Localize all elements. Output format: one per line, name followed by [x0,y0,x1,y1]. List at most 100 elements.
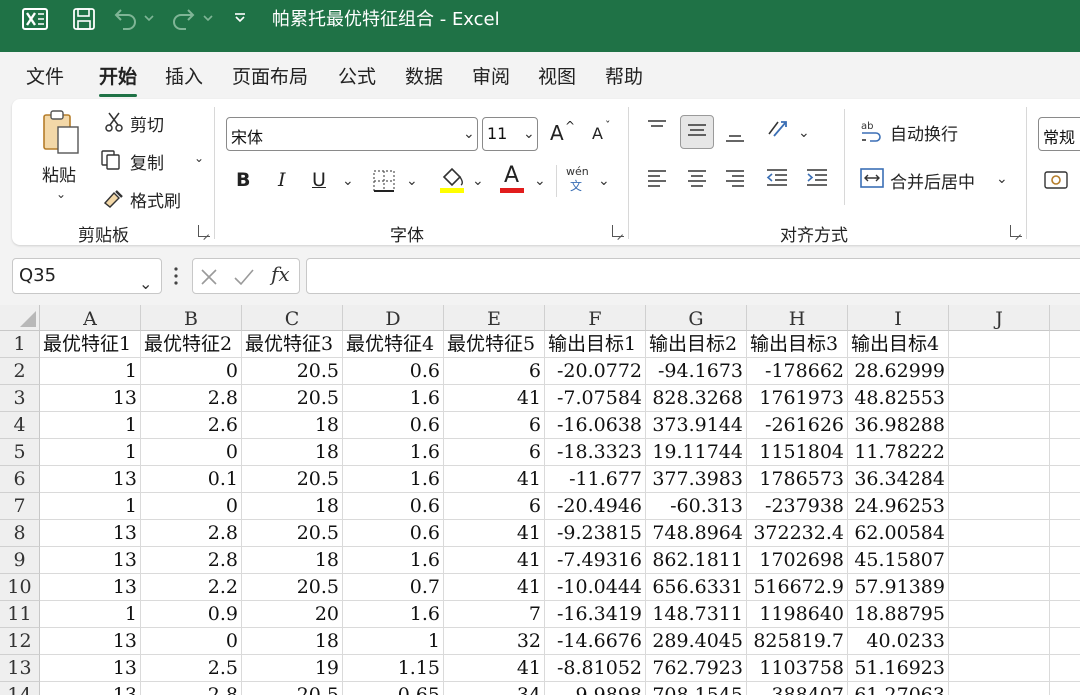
column-header-b[interactable]: B [141,305,242,331]
table-cell[interactable]: 1.6 [343,547,444,574]
table-cell[interactable]: 0 [141,439,242,466]
customize-toolbar-icon[interactable] [232,10,248,26]
table-cell[interactable] [949,628,1050,655]
table-cell[interactable] [1050,682,1080,695]
table-cell[interactable]: -18.3323 [545,439,646,466]
cancel-icon[interactable] [199,267,219,291]
row-header[interactable]: 10 [0,574,40,601]
table-cell[interactable]: 1.6 [343,466,444,493]
paste-dropdown-icon[interactable]: ⌄ [56,187,66,201]
table-cell[interactable]: 1198640 [747,601,848,628]
table-cell[interactable] [1050,628,1080,655]
table-cell[interactable]: 57.91389 [848,574,949,601]
more-options-icon[interactable] [173,266,179,290]
decrease-indent-button[interactable] [762,165,792,195]
table-cell[interactable] [949,601,1050,628]
table-cell[interactable]: -10.0444 [545,574,646,601]
table-cell[interactable] [949,466,1050,493]
table-cell[interactable]: 2.2 [141,574,242,601]
table-cell[interactable]: 13 [40,628,141,655]
table-cell[interactable]: 0 [141,628,242,655]
table-cell[interactable]: -14.6676 [545,628,646,655]
table-cell[interactable] [949,385,1050,412]
table-cell[interactable]: 656.6331 [646,574,747,601]
row-header[interactable]: 4 [0,412,40,439]
copy-dropdown-icon[interactable]: ⌄ [194,151,204,165]
table-cell[interactable] [949,682,1050,695]
table-cell[interactable]: 最优特征1 [40,331,141,358]
font-color-button[interactable]: A [500,163,528,195]
clipboard-launcher-icon[interactable] [198,225,210,237]
table-cell[interactable]: -261626 [747,412,848,439]
row-header[interactable]: 3 [0,385,40,412]
row-header[interactable]: 11 [0,601,40,628]
table-cell[interactable]: 1 [40,439,141,466]
fill-color-icon[interactable] [438,165,466,199]
table-cell[interactable] [1050,385,1080,412]
table-cell[interactable]: 20.5 [242,385,343,412]
table-cell[interactable]: 1 [40,358,141,385]
tab-formulas[interactable]: 公式 [338,62,376,89]
table-cell[interactable]: 输出目标3 [747,331,848,358]
table-cell[interactable]: 41 [444,655,545,682]
row-header[interactable]: 7 [0,493,40,520]
middle-align-button[interactable] [680,115,714,149]
table-cell[interactable]: -20.0772 [545,358,646,385]
table-cell[interactable] [1050,439,1080,466]
grow-font-button[interactable]: A ^ [548,119,578,147]
name-box[interactable]: Q35 ⌄ [12,258,162,294]
table-cell[interactable]: 62.00584 [848,520,949,547]
tab-view[interactable]: 视图 [538,62,576,89]
borders-icon[interactable] [372,169,396,197]
underline-button[interactable]: U [312,169,326,191]
tab-home[interactable]: 开始 [99,62,138,97]
table-cell[interactable]: 0 [141,358,242,385]
table-cell[interactable]: 13 [40,385,141,412]
table-cell[interactable] [1050,466,1080,493]
table-cell[interactable]: 1103758 [747,655,848,682]
table-cell[interactable]: 18 [242,439,343,466]
row-header[interactable]: 5 [0,439,40,466]
table-cell[interactable] [1050,331,1080,358]
italic-button[interactable]: I [278,169,286,191]
table-cell[interactable]: 0.6 [343,412,444,439]
table-cell[interactable]: 19.11744 [646,439,747,466]
shrink-font-button[interactable]: A ˇ [590,119,620,147]
font-name-select[interactable]: 宋体 ⌄ [226,117,478,151]
tab-insert[interactable]: 插入 [165,62,203,89]
table-cell[interactable]: 289.4045 [646,628,747,655]
table-cell[interactable] [949,331,1050,358]
merge-dropdown-icon[interactable]: ⌄ [996,171,1008,187]
table-cell[interactable]: 34 [444,682,545,695]
underline-dropdown-icon[interactable]: ⌄ [342,173,354,189]
table-cell[interactable]: 18 [242,412,343,439]
table-cell[interactable]: 2.6 [141,412,242,439]
table-cell[interactable]: 0.6 [343,520,444,547]
font-size-select[interactable]: 11 ⌄ [482,117,538,151]
table-cell[interactable]: 762.7923 [646,655,747,682]
borders-dropdown-icon[interactable]: ⌄ [406,173,418,189]
table-cell[interactable]: 51.16923 [848,655,949,682]
table-cell[interactable]: -9.23815 [545,520,646,547]
table-cell[interactable]: 19 [242,655,343,682]
table-cell[interactable]: 48.82553 [848,385,949,412]
table-cell[interactable] [1050,601,1080,628]
table-cell[interactable]: 0.7 [343,574,444,601]
table-cell[interactable]: -9.9898 [545,682,646,695]
table-cell[interactable]: -16.3419 [545,601,646,628]
table-cell[interactable]: 377.3983 [646,466,747,493]
table-cell[interactable]: -60.313 [646,493,747,520]
table-cell[interactable]: 最优特征4 [343,331,444,358]
table-cell[interactable]: 1.6 [343,439,444,466]
table-cell[interactable]: 2.8 [141,385,242,412]
table-cell[interactable]: 1.6 [343,601,444,628]
table-cell[interactable]: 输出目标2 [646,331,747,358]
table-cell[interactable]: 1786573 [747,466,848,493]
phonetic-dropdown-icon[interactable]: ⌄ [598,173,610,189]
table-cell[interactable]: 2.8 [141,520,242,547]
table-cell[interactable]: 0.9 [141,601,242,628]
table-cell[interactable]: 148.7311 [646,601,747,628]
table-cell[interactable] [1050,412,1080,439]
formula-input[interactable] [306,258,1080,294]
table-cell[interactable]: 2.8 [141,547,242,574]
